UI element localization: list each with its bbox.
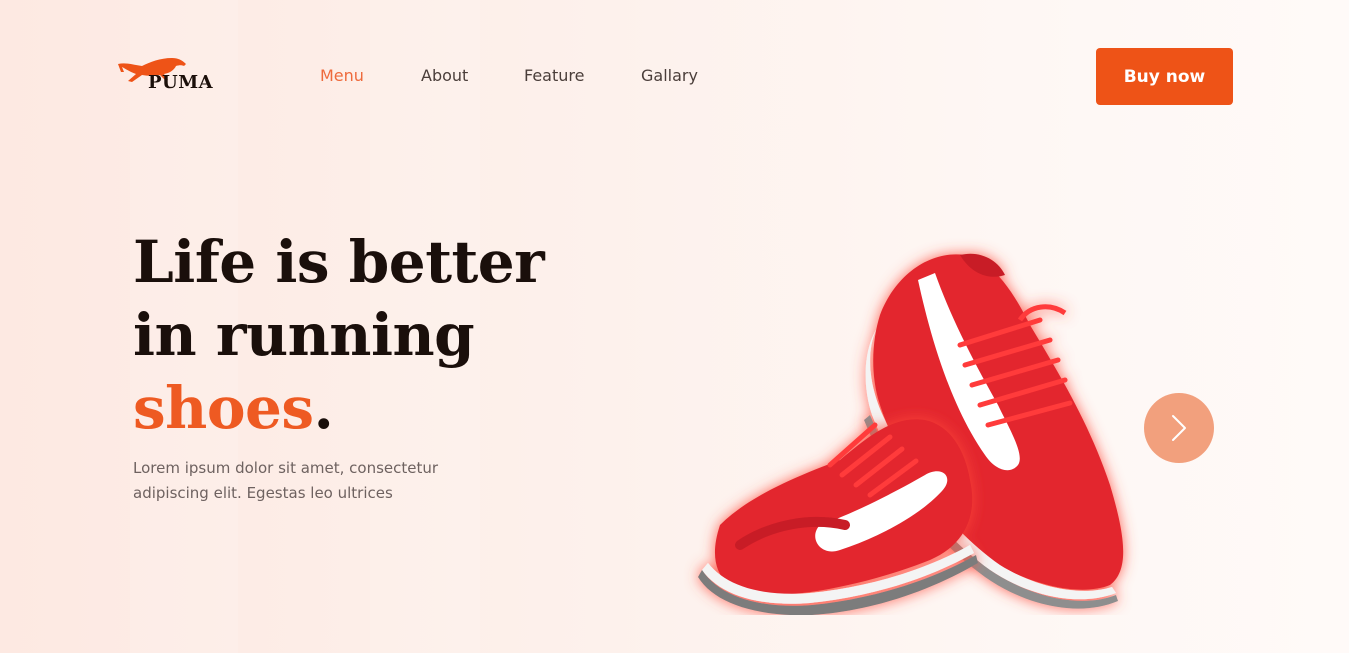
buy-now-button[interactable]: Buy now	[1096, 48, 1233, 105]
nav-gallary[interactable]: Gallary	[641, 66, 698, 85]
hero-period: .	[313, 374, 334, 442]
carousel-next-button[interactable]	[1144, 393, 1214, 463]
hero-title-line-3: shoes.	[133, 372, 544, 445]
chevron-right-icon	[1172, 415, 1186, 441]
hero-description: Lorem ipsum dolor sit amet, consectetur …	[133, 459, 439, 502]
hero-title-line-1: Life is better	[133, 228, 545, 296]
brand-logo[interactable]: PUMA	[116, 52, 216, 94]
hero-title: Life is better in running shoes.	[133, 226, 545, 445]
brand-name: PUMA	[148, 72, 214, 93]
red-running-shoes-image	[698, 253, 1124, 615]
hero-title-line-2: in running	[133, 301, 475, 369]
nav-menu[interactable]: Menu	[320, 66, 364, 85]
nav-about[interactable]: About	[421, 66, 468, 85]
hero-accent-word: shoes	[133, 374, 314, 442]
nav-feature[interactable]: Feature	[524, 66, 584, 85]
